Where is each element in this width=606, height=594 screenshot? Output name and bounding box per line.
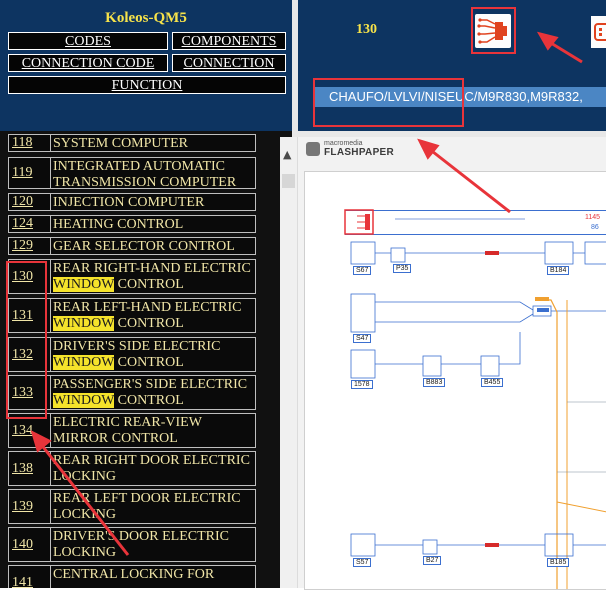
function-code-link[interactable]: 124: [9, 216, 51, 232]
flashpaper-logo-icon: [306, 142, 320, 156]
function-code-link[interactable]: 134: [9, 414, 51, 447]
flashpaper-brand: FLASHPAPER: [324, 147, 395, 158]
nav-components-button[interactable]: COMPONENTS: [172, 32, 286, 50]
function-row[interactable]: 140 DRIVER'S DOOR ELECTRIC LOCKING: [8, 527, 256, 562]
function-code-link[interactable]: 133: [9, 376, 51, 409]
function-row[interactable]: 130 REAR RIGHT-HAND ELECTRIC WINDOW CONTR…: [8, 259, 256, 294]
diagram-component-label: 1578: [351, 380, 373, 389]
nav-connection-button[interactable]: CONNECTION: [172, 54, 286, 72]
function-label-suffix: CONTROL: [114, 277, 184, 292]
scroll-up-icon[interactable]: ▲: [283, 148, 291, 161]
search-highlight: WINDOW: [53, 355, 115, 370]
function-code-link[interactable]: 118: [9, 135, 51, 151]
function-row[interactable]: 134 ELECTRIC REAR-VIEW MIRROR CONTROL: [8, 413, 256, 448]
function-label: GEAR SELECTOR CONTROL: [53, 239, 235, 254]
function-code-link[interactable]: 120: [9, 194, 51, 210]
function-label-prefix: REAR RIGHT-HAND ELECTRIC: [53, 261, 251, 276]
function-label: REAR RIGHT-HAND ELECTRIC WINDOW CONTROL: [53, 260, 253, 293]
function-label: INTEGRATED AUTOMATIC TRANSMISSION COMPUT…: [53, 159, 237, 190]
function-label: ELECTRIC REAR-VIEW MIRROR CONTROL: [53, 415, 202, 446]
function-label-suffix: CONTROL: [114, 316, 184, 331]
nav-codes-button[interactable]: CODES: [8, 32, 168, 50]
function-code-link[interactable]: 130: [9, 260, 51, 293]
wiring-diagram-icon[interactable]: [475, 14, 511, 48]
function-list: 118 SYSTEM COMPUTER 119 INTEGRATED AUTOMATI…: [0, 131, 292, 588]
document-viewer: ▲ macromedia FLASHPAPER 1145 86 S67 P35 …: [280, 137, 606, 590]
wiring-diagram-page: 1145 86 S67 P35 B184 S47 1578 B883 B455 S57 B27 B…: [304, 171, 606, 590]
function-row[interactable]: 129 GEAR SELECTOR CONTROL: [8, 237, 256, 255]
right-header-panel: [298, 0, 606, 131]
diagram-component-label: B27: [423, 556, 442, 565]
function-row[interactable]: 120 INJECTION COMPUTER: [8, 193, 256, 211]
function-label: DRIVER'S DOOR ELECTRIC LOCKING: [53, 529, 229, 560]
function-row[interactable]: 132 DRIVER'S SIDE ELECTRIC WINDOW CONTROL: [8, 337, 256, 372]
viewer-scrollbar[interactable]: ▲: [280, 137, 298, 588]
diagram-component-label: S47: [353, 334, 372, 343]
connector-icon[interactable]: [591, 16, 606, 48]
diagram-component-label: B455: [481, 378, 504, 387]
function-row[interactable]: 139 REAR LEFT DOOR ELECTRIC LOCKING: [8, 489, 256, 524]
diagram-component-label: S67: [353, 266, 372, 275]
nav-connection-code-button[interactable]: CONNECTION CODE: [8, 54, 168, 72]
function-code-link[interactable]: 140: [9, 528, 51, 561]
function-label-suffix: CONTROL: [114, 393, 184, 408]
search-highlight: WINDOW: [53, 316, 115, 331]
function-label: INJECTION COMPUTER: [53, 195, 205, 210]
left-header-panel: Koleos-QM5 CODES COMPONENTS CONNECTION C…: [0, 0, 292, 131]
function-code-link[interactable]: 139: [9, 490, 51, 523]
function-row[interactable]: 118 SYSTEM COMPUTER: [8, 134, 256, 152]
function-label: REAR LEFT DOOR ELECTRIC LOCKING: [53, 491, 241, 522]
function-label: REAR RIGHT DOOR ELECTRIC LOCKING: [53, 453, 250, 484]
configuration-code-bar: CHAUFO/LVLVI/NISEUC/M9R830,M9R832,: [313, 87, 606, 107]
function-code-link[interactable]: 129: [9, 238, 51, 254]
diagram-component-label: B184: [547, 266, 570, 275]
app-title: Koleos-QM5: [105, 10, 187, 26]
function-label-prefix: REAR LEFT-HAND ELECTRIC: [53, 300, 242, 315]
diagram-component-label: B883: [423, 378, 446, 387]
function-label: PASSENGER'S SIDE ELECTRIC WINDOW CONTROL: [53, 376, 253, 409]
function-row[interactable]: 119 INTEGRATED AUTOMATIC TRANSMISSION COM…: [8, 157, 256, 190]
function-row[interactable]: 131 REAR LEFT-HAND ELECTRIC WINDOW CONTRO…: [8, 298, 256, 333]
function-label-prefix: DRIVER'S SIDE ELECTRIC: [53, 339, 221, 354]
function-code-link[interactable]: 131: [9, 299, 51, 332]
diagram-ref-small: 86: [591, 224, 599, 231]
function-label-suffix: CONTROL: [114, 355, 184, 370]
nav-function-button[interactable]: FUNCTION: [8, 76, 286, 94]
function-code-link[interactable]: 141: [9, 566, 51, 588]
page-number: 130: [356, 22, 377, 37]
search-highlight: WINDOW: [53, 277, 115, 292]
function-label: DRIVER'S SIDE ELECTRIC WINDOW CONTROL: [53, 338, 253, 371]
search-highlight: WINDOW: [53, 393, 115, 408]
function-row[interactable]: 141 CENTRAL LOCKING FOR: [8, 565, 256, 588]
function-label: SYSTEM COMPUTER: [53, 136, 188, 151]
function-label: REAR LEFT-HAND ELECTRIC WINDOW CONTROL: [53, 299, 253, 332]
function-label: CENTRAL LOCKING FOR: [53, 567, 215, 582]
function-label-prefix: PASSENGER'S SIDE ELECTRIC: [53, 377, 248, 392]
function-code-link[interactable]: 119: [9, 158, 51, 188]
function-code-link[interactable]: 132: [9, 338, 51, 371]
flashpaper-brand-small: macromedia: [324, 140, 363, 147]
diagram-component-label: S57: [353, 558, 372, 567]
diagram-component-label: P35: [393, 264, 412, 273]
diagram-component-label: B185: [547, 558, 570, 567]
scroll-thumb[interactable]: [282, 174, 295, 188]
function-row[interactable]: 124 HEATING CONTROL: [8, 215, 256, 233]
function-row[interactable]: 133 PASSENGER'S SIDE ELECTRIC WINDOW CONT…: [8, 375, 256, 410]
function-row[interactable]: 138 REAR RIGHT DOOR ELECTRIC LOCKING: [8, 451, 256, 486]
diagram-ref-number: 1145: [585, 214, 601, 221]
function-label: HEATING CONTROL: [53, 217, 184, 232]
function-code-link[interactable]: 138: [9, 452, 51, 485]
